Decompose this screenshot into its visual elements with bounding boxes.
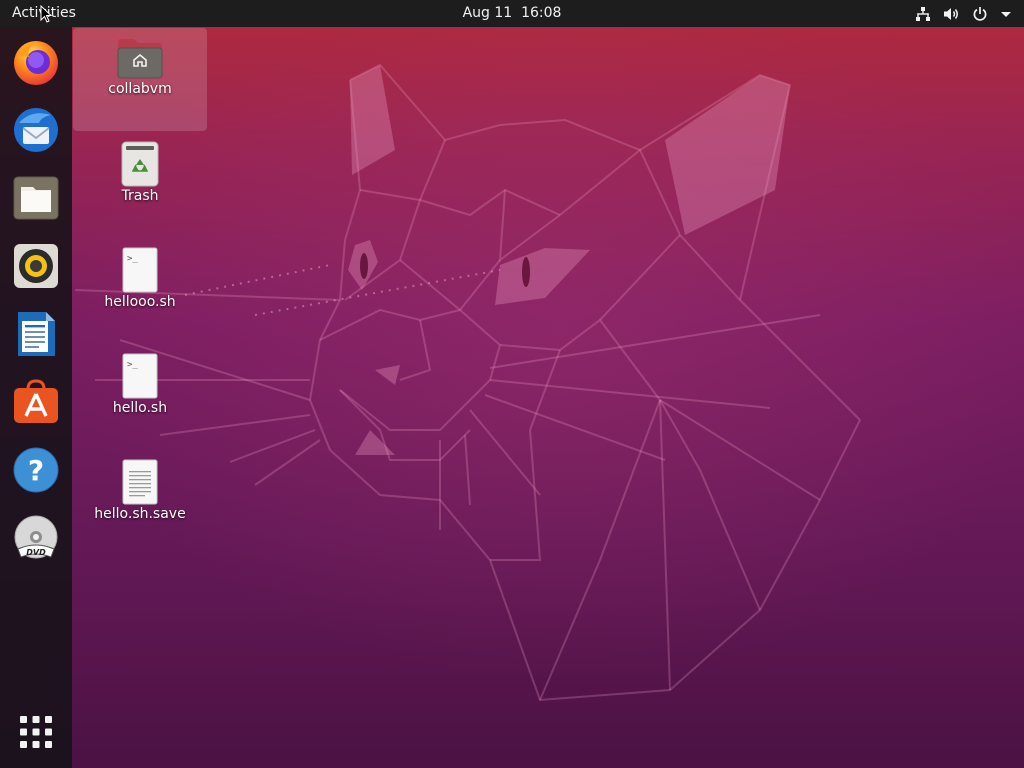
dvd-icon: DVD <box>14 515 58 559</box>
libreoffice-writer-icon <box>18 312 55 356</box>
svg-text:>_: >_ <box>127 254 138 264</box>
software-center-icon <box>14 379 58 423</box>
network-icon <box>916 6 930 21</box>
rhythmbox-icon <box>14 244 58 288</box>
desktop-icon-label: hello.sh.save <box>94 506 186 522</box>
show-applications-icon <box>20 716 52 748</box>
activities-button[interactable]: Activities <box>12 5 76 21</box>
system-tray[interactable] <box>915 3 1012 24</box>
desktop[interactable]: Activities Aug 11 16:08 ? DVD collabvm T… <box>0 0 1024 768</box>
desktop-icon-hellooo-sh[interactable]: >_ hellooo.sh <box>73 241 207 310</box>
svg-text:?: ? <box>28 454 44 487</box>
show-applications-button[interactable] <box>11 707 61 757</box>
desktop-icon-label: collabvm <box>108 81 172 97</box>
dock: ? DVD <box>0 27 72 768</box>
help-icon: ? <box>13 447 59 493</box>
desktop-icon-hello-sh-save[interactable]: hello.sh.save <box>73 453 207 522</box>
dvd-label: DVD <box>26 548 46 557</box>
dock-item-help[interactable]: ? <box>11 445 61 495</box>
dock-item-firefox[interactable] <box>11 37 61 87</box>
desktop-icon-label: hello.sh <box>112 400 168 416</box>
text-file-icon <box>122 459 158 505</box>
desktop-icon-trash[interactable]: Trash <box>73 135 207 204</box>
power-icon <box>973 6 987 21</box>
dock-item-files[interactable] <box>11 173 61 223</box>
svg-text:>_: >_ <box>127 360 138 370</box>
chevron-down-icon <box>1001 11 1011 17</box>
script-file-icon: >_ <box>122 353 158 399</box>
dock-item-thunderbird[interactable] <box>11 105 61 155</box>
script-file-icon: >_ <box>122 247 158 293</box>
dock-item-dvd[interactable]: DVD <box>11 513 61 563</box>
clock-button[interactable]: Aug 11 16:08 <box>463 5 562 21</box>
volume-icon <box>944 7 958 20</box>
desktop-icon-label: Trash <box>121 188 159 204</box>
desktop-icon-label: hellooo.sh <box>104 294 176 310</box>
firefox-icon <box>14 41 58 85</box>
top-bar: Activities Aug 11 16:08 <box>0 0 1024 27</box>
dock-item-libreoffice-writer[interactable] <box>11 309 61 359</box>
dock-item-software-center[interactable] <box>11 377 61 427</box>
dock-item-rhythmbox[interactable] <box>11 241 61 291</box>
trash-icon <box>121 141 159 187</box>
thunderbird-icon <box>14 108 58 152</box>
desktop-icon-hello-sh[interactable]: >_ hello.sh <box>73 347 207 416</box>
desktop-icon-collabvm[interactable]: collabvm <box>73 28 207 131</box>
files-icon <box>13 176 59 220</box>
home-folder-icon <box>117 39 163 79</box>
